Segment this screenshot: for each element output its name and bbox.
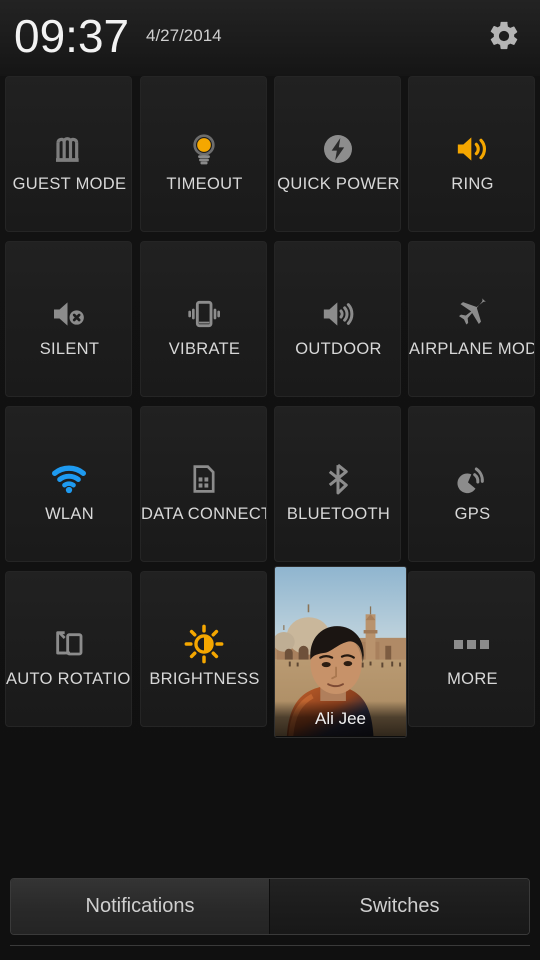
- brightness-sun-icon: [141, 615, 266, 673]
- tile-gps[interactable]: GPS: [408, 406, 535, 562]
- tile-label: QUICK POWER: [277, 175, 400, 193]
- tile-wlan[interactable]: WLAN: [5, 406, 132, 562]
- tile-label: GPS: [454, 505, 491, 523]
- tile-label: MORE: [447, 670, 498, 688]
- status-header: 09:37 4/27/2014: [0, 0, 540, 76]
- tile-label: BRIGHTNESS: [149, 670, 260, 688]
- tile-label: BLUETOOTH: [286, 505, 391, 523]
- bluetooth-icon: [275, 450, 400, 508]
- gear-icon: [487, 19, 521, 58]
- clock-time: 09:37: [14, 10, 130, 62]
- tile-airplane-mode[interactable]: AIRPLANE MODE: [408, 241, 535, 397]
- tile-vibrate[interactable]: VIBRATE: [140, 241, 267, 397]
- tile-bluetooth[interactable]: BLUETOOTH: [274, 406, 401, 562]
- airplane-icon: [409, 285, 534, 343]
- tile-row: SILENT VIBRATE OUTDOOR AIRPLANE MODE: [5, 241, 535, 406]
- speaker-on-icon: [409, 120, 534, 178]
- tile-row: AUTO ROTATION BRIGHTNESS Ali Jee MORE: [5, 566, 535, 738]
- photo-user-name: Ali Jee: [275, 701, 406, 737]
- tile-row: WLAN DATA CONNECTION: [5, 406, 535, 571]
- tab-label: Switches: [359, 895, 440, 917]
- tile-label: SILENT: [39, 340, 100, 358]
- settings-button[interactable]: [482, 16, 526, 60]
- switch-tile-grid: GUEST MODE TIMEOUT QUICK POWER RING SILE…: [5, 76, 535, 738]
- tile-guest-mode[interactable]: GUEST MODE: [5, 76, 132, 232]
- tile-more[interactable]: MORE: [408, 571, 535, 727]
- tile-brightness[interactable]: BRIGHTNESS: [140, 571, 267, 727]
- tab-notifications[interactable]: Notifications: [11, 879, 270, 934]
- lightbulb-icon: [141, 120, 266, 178]
- tile-auto-rotation[interactable]: AUTO ROTATION: [5, 571, 132, 727]
- wifi-icon: [6, 450, 131, 508]
- tile-row: GUEST MODE TIMEOUT QUICK POWER RING: [5, 76, 535, 241]
- tab-switches[interactable]: Switches: [270, 879, 529, 934]
- tile-label: OUTDOOR: [295, 340, 382, 358]
- tile-label: AIRPLANE MODE: [409, 340, 535, 358]
- tile-user-photo[interactable]: Ali Jee: [274, 566, 407, 738]
- tab-label: Notifications: [85, 895, 195, 917]
- bottom-divider: [10, 945, 530, 946]
- guest-mode-icon: [6, 120, 131, 178]
- clock-date: 4/27/2014: [146, 26, 222, 45]
- quick-settings-panel: 09:37 4/27/2014 GUEST MODE TIMEOUT QUICK…: [0, 0, 540, 960]
- quick-power-icon: [275, 120, 400, 178]
- tile-outdoor[interactable]: OUTDOOR: [274, 241, 401, 397]
- sim-card-icon: [141, 450, 266, 508]
- tile-label: TIMEOUT: [166, 175, 243, 193]
- panel-tab-bar: Notifications Switches: [10, 878, 530, 935]
- tile-label: DATA CONNECTION: [141, 505, 266, 523]
- tile-label: WLAN: [45, 505, 94, 523]
- tile-label: RING: [451, 175, 494, 193]
- more-dots-icon: [409, 615, 534, 673]
- tile-ring[interactable]: RING: [408, 76, 535, 232]
- speaker-mute-icon: [6, 285, 131, 343]
- gps-satellite-icon: [409, 450, 534, 508]
- tile-label: GUEST MODE: [12, 175, 127, 193]
- tile-quick-power[interactable]: QUICK POWER: [274, 76, 401, 232]
- tile-label: VIBRATE: [168, 340, 241, 358]
- tile-data-connection[interactable]: DATA CONNECTION: [140, 406, 267, 562]
- tile-label: AUTO ROTATION: [6, 670, 132, 688]
- vibrate-icon: [141, 285, 266, 343]
- auto-rotate-icon: [6, 615, 131, 673]
- tile-silent[interactable]: SILENT: [5, 241, 132, 397]
- speaker-loud-icon: [275, 285, 400, 343]
- tile-timeout[interactable]: TIMEOUT: [140, 76, 267, 232]
